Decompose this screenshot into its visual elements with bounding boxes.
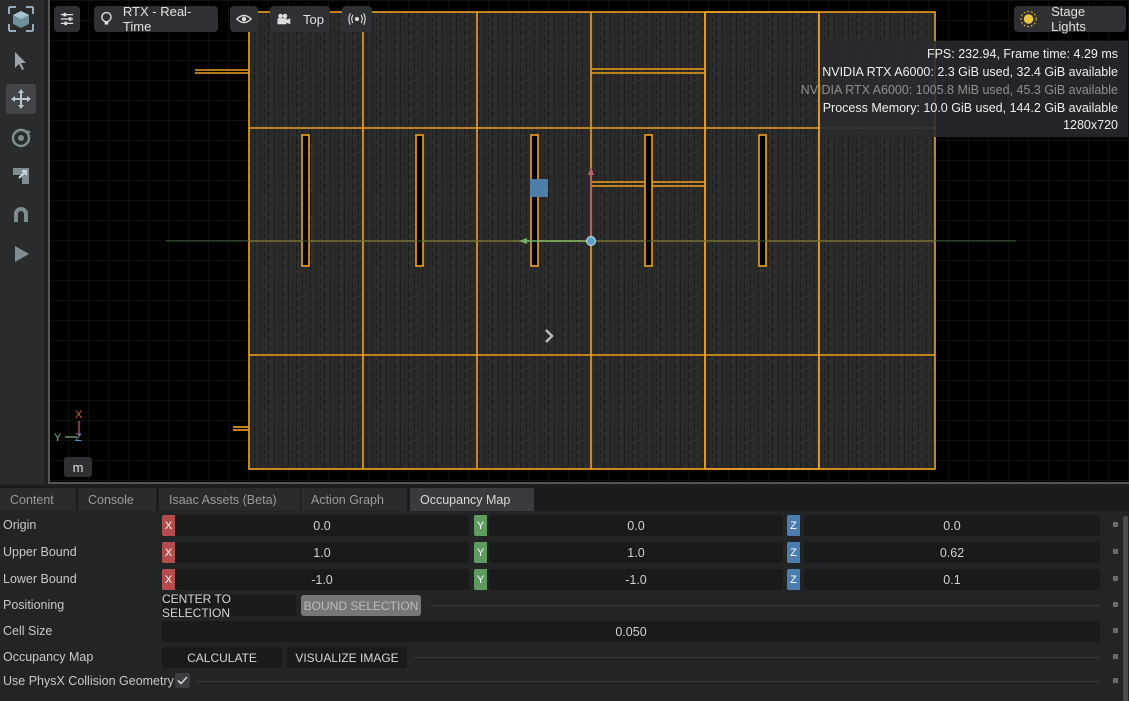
tab-isaac-assets[interactable]: Isaac Assets (Beta): [159, 488, 300, 511]
occupancy-divider: [414, 657, 1100, 658]
physx-label: Use PhysX Collision Geometry: [3, 674, 174, 688]
gpu2-text: NVIDIA RTX A6000: 1005.8 MiB used, 45.3 …: [800, 83, 1118, 97]
axis-orientation-gizmo: X Y Z: [48, 405, 96, 445]
tab-content[interactable]: Content: [0, 488, 76, 511]
occupancy-menu-dot[interactable]: [1113, 654, 1118, 659]
stage-lights-label: Stage Lights: [1051, 4, 1086, 34]
fps-text: FPS: 232.94, Frame time: 4.29 ms: [926, 47, 1118, 61]
gpu1-text: NVIDIA RTX A6000: 2.3 GiB used, 32.4 GiB…: [822, 65, 1118, 79]
eye-icon: [236, 14, 252, 24]
viewport[interactable]: RTX - Real-Time Top Stage Lights FPS: 23…: [48, 0, 1129, 484]
upper-z-tag: Z: [787, 542, 800, 563]
scale-icon[interactable]: [6, 161, 36, 191]
unit-button[interactable]: m: [64, 457, 92, 477]
tab-console[interactable]: Console: [78, 488, 156, 511]
stage-cube-icon[interactable]: [6, 4, 36, 34]
lower-y-tag: Y: [474, 569, 487, 590]
upper-x-tag: X: [162, 542, 175, 563]
process-memory-text: Process Memory: 10.0 GiB used, 144.2 GiB…: [822, 101, 1118, 115]
stage-lights-dropdown[interactable]: Stage Lights: [1014, 4, 1126, 34]
panel-tabs: Content Console Isaac Assets (Beta) Acti…: [0, 486, 1129, 511]
lower-menu-dot[interactable]: [1113, 576, 1118, 581]
broadcast-button[interactable]: [342, 6, 372, 32]
tab-action-graph[interactable]: Action Graph: [301, 488, 407, 511]
upper-menu-dot[interactable]: [1113, 549, 1118, 554]
left-toolbar: [0, 0, 44, 484]
gizmo-center[interactable]: [586, 236, 596, 246]
camera-label: Top: [303, 11, 324, 27]
gizmo-plane-handle[interactable]: [530, 179, 548, 197]
lightbulb-icon: [101, 11, 112, 25]
settings-button[interactable]: [54, 6, 80, 32]
camera-icon: [277, 13, 291, 25]
panel-scrollbar[interactable]: [1123, 516, 1128, 701]
select-arrow-icon[interactable]: [6, 46, 36, 76]
snap-magnet-icon[interactable]: [6, 200, 36, 230]
origin-z-tag: Z: [787, 515, 800, 536]
lower-y-field[interactable]: -1.0: [489, 569, 783, 590]
center-to-selection-button[interactable]: CENTER TO SELECTION: [162, 592, 296, 620]
cell-size-field[interactable]: 0.050: [162, 621, 1100, 642]
calculate-button[interactable]: CALCULATE: [162, 647, 282, 668]
resolution-text: 1280x720: [1063, 118, 1118, 132]
rotate-icon[interactable]: [6, 123, 36, 153]
lower-bound-label: Lower Bound: [3, 572, 77, 586]
occupancy-map-label: Occupancy Map: [3, 650, 94, 664]
upper-y-field[interactable]: 1.0: [489, 542, 783, 563]
checkmark-icon: [177, 676, 188, 685]
upper-z-field[interactable]: 0.62: [804, 542, 1100, 563]
origin-label: Origin: [3, 518, 37, 532]
origin-menu-dot[interactable]: [1113, 522, 1118, 527]
upper-x-field[interactable]: 1.0: [175, 542, 469, 563]
lower-z-field[interactable]: 0.1: [804, 569, 1100, 590]
physx-divider: [196, 681, 1100, 682]
lower-x-field[interactable]: -1.0: [175, 569, 469, 590]
lower-z-tag: Z: [787, 569, 800, 590]
broadcast-icon: [348, 12, 366, 26]
visualize-image-button[interactable]: VISUALIZE IMAGE: [287, 647, 407, 668]
positioning-label: Positioning: [3, 598, 65, 612]
lower-x-tag: X: [162, 569, 175, 590]
settings-sliders-icon: [60, 12, 74, 26]
cell-size-menu-dot[interactable]: [1113, 628, 1118, 633]
render-mode-dropdown[interactable]: RTX - Real-Time: [94, 4, 218, 34]
move-icon[interactable]: [6, 84, 36, 114]
bound-selection-button[interactable]: BOUND SELECTION: [301, 595, 421, 616]
origin-z-field[interactable]: 0.0: [804, 515, 1100, 536]
physx-menu-dot[interactable]: [1113, 678, 1118, 683]
visibility-button[interactable]: [230, 6, 258, 32]
tab-occupancy-map[interactable]: Occupancy Map: [410, 488, 534, 511]
physx-checkbox[interactable]: [175, 673, 190, 688]
upper-y-tag: Y: [474, 542, 487, 563]
positioning-menu-dot[interactable]: [1113, 602, 1118, 607]
stats-overlay: FPS: 232.94, Frame time: 4.29 ms NVIDIA …: [801, 41, 1128, 137]
sun-icon: [1020, 10, 1037, 28]
origin-x-field[interactable]: 0.0: [175, 515, 469, 536]
origin-y-tag: Y: [474, 515, 487, 536]
play-icon[interactable]: [6, 239, 36, 269]
render-mode-label: RTX - Real-Time: [122, 4, 192, 34]
upper-bound-label: Upper Bound: [3, 545, 77, 559]
origin-y-field[interactable]: 0.0: [489, 515, 783, 536]
cell-size-label: Cell Size: [3, 624, 53, 638]
origin-x-tag: X: [162, 515, 175, 536]
positioning-divider: [430, 605, 1100, 606]
camera-dropdown[interactable]: Top: [270, 6, 330, 32]
